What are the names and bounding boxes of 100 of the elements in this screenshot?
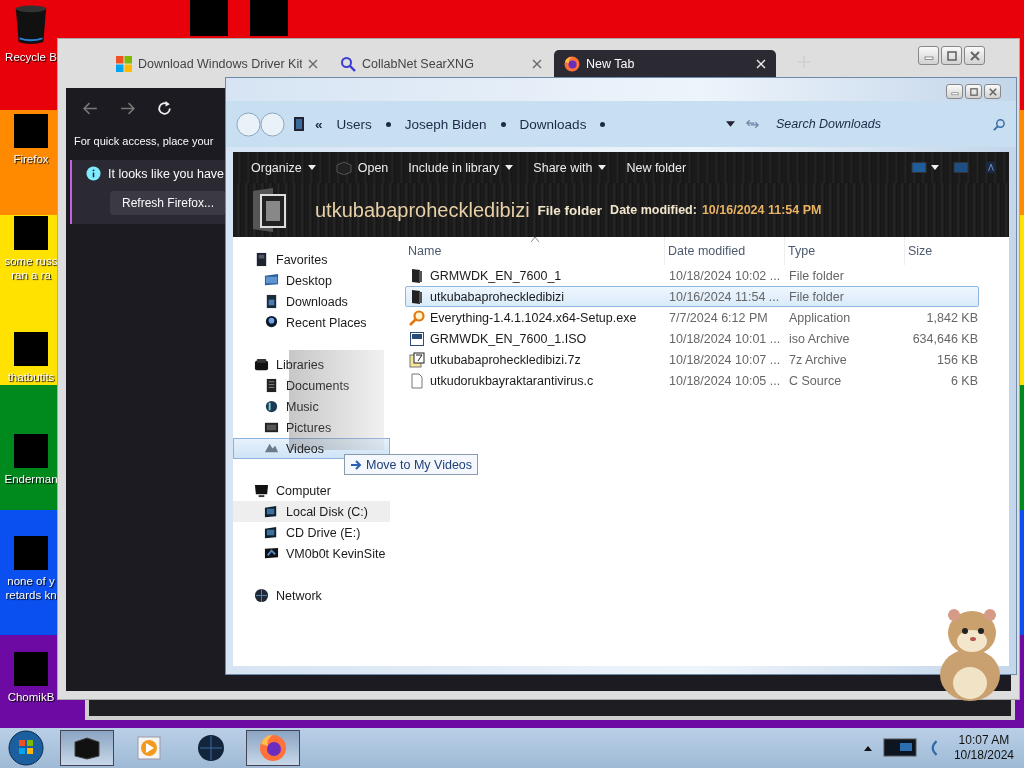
navigation-item[interactable]: Favorites xyxy=(233,249,399,270)
minimize-button[interactable] xyxy=(946,84,963,99)
breadcrumb[interactable]: Users xyxy=(336,116,372,132)
navigation-item[interactable]: Network xyxy=(233,585,399,606)
show-hidden-icons-icon[interactable] xyxy=(863,745,872,751)
maximize-button[interactable] xyxy=(965,84,982,99)
type-cell-text: File folder xyxy=(788,289,845,304)
desktop-icon-label[interactable]: none of y xyxy=(7,574,55,588)
close-button[interactable] xyxy=(984,84,1001,99)
toolbar-button[interactable]: New folder xyxy=(618,160,695,175)
desktop-icon-label[interactable]: Enderman xyxy=(4,472,58,486)
box-icon xyxy=(72,736,102,760)
media-player-icon xyxy=(137,736,161,760)
navigation-item[interactable]: CD Drive (E:) xyxy=(233,522,390,543)
search-icon xyxy=(340,55,356,72)
dropdown-caret-icon xyxy=(505,165,514,170)
desktop-icon-label[interactable]: retards kn xyxy=(5,588,57,602)
back-button[interactable] xyxy=(236,111,261,137)
navigation-item[interactable]: Downloads xyxy=(233,291,390,312)
column-header[interactable]: Type xyxy=(785,237,905,265)
file-row[interactable]: GRMWDK_EN_7600_1.ISO 10/18/2024 10:01 ... iso Archive 634,646 KB xyxy=(405,328,979,349)
file-row[interactable]: Everything-1.4.1.1024.x64-Setup.exe 7/7/2024 6:12 PM Application 1,842 KB xyxy=(405,307,979,328)
search-field[interactable]: Search Downloads xyxy=(774,116,993,132)
file-row[interactable]: utkubabaproheckledibizi.7z 10/18/2024 10:07 ... 7z Archive 156 KB xyxy=(405,349,979,370)
toolbar-button[interactable]: Open xyxy=(327,160,397,175)
desktop-icon-label[interactable]: Recycle B xyxy=(5,50,57,64)
dropdown-caret-icon xyxy=(598,165,607,170)
refresh-firefox-button[interactable]: Refresh Firefox... xyxy=(110,191,227,215)
type-cell-text: iso Archive xyxy=(788,331,851,346)
network-icon xyxy=(254,588,269,603)
navigation-item[interactable]: Documents xyxy=(233,375,390,396)
drag-tooltip-text: Move to My Videos xyxy=(366,457,473,472)
recent-icon xyxy=(264,315,279,330)
box-icon xyxy=(335,160,352,175)
file-name: utkubabaproheckledibizi.7z xyxy=(430,352,581,367)
minimize-button[interactable] xyxy=(918,46,939,65)
file-name: GRMWDK_EN_7600_1.ISO xyxy=(430,331,587,346)
dropdown-caret-icon xyxy=(307,165,316,170)
column-header[interactable]: Date modified xyxy=(665,237,785,265)
taskbar-button[interactable] xyxy=(246,730,300,766)
toolbar-button[interactable]: Share with xyxy=(525,160,615,175)
navigation-item[interactable]: Local Disk (C:) xyxy=(233,501,390,522)
navigation-item[interactable]: Pictures xyxy=(233,417,390,438)
breadcrumb[interactable]: Downloads xyxy=(519,116,587,132)
dropdown-caret-icon[interactable] xyxy=(726,121,735,127)
file-row[interactable]: utkudorukbayraktarantivirus.c 10/18/2024 10:05 ... C Source 6 KB xyxy=(405,370,979,391)
downloads-icon xyxy=(264,294,279,309)
navigation-item[interactable]: VM0b0t KevinSite xyxy=(233,543,390,564)
clock-date: 10/18/2024 xyxy=(953,748,1014,763)
browser-tab[interactable]: New Tab xyxy=(554,50,776,77)
help-icon[interactable] xyxy=(983,161,999,174)
close-button[interactable] xyxy=(964,46,985,65)
breadcrumb[interactable]: Joseph Biden xyxy=(404,116,487,132)
address-bar[interactable]: « Users Joseph Biden Downloads xyxy=(293,111,774,137)
info-icon xyxy=(86,166,101,181)
desktop-icon-label[interactable]: ChomikB xyxy=(7,690,55,704)
navigation-item[interactable]: Videos xyxy=(233,438,390,459)
navigation-item[interactable]: Libraries xyxy=(233,354,399,375)
refresh-icon[interactable] xyxy=(745,118,760,130)
column-header[interactable]: Name xyxy=(405,237,665,265)
file-name: utkudorukbayraktarantivirus.c xyxy=(430,373,594,388)
start-button[interactable] xyxy=(8,730,44,766)
date-modified-cell-text: 7/7/2024 6:12 PM xyxy=(668,310,769,325)
folder-icon xyxy=(409,288,425,305)
type-cell-text: Application xyxy=(788,310,852,325)
browser-tab[interactable]: Download Windows Driver Kit xyxy=(106,50,328,77)
navigation-item[interactable]: Desktop xyxy=(233,270,390,291)
navigation-item[interactable]: Music xyxy=(233,396,390,417)
taskbar-button[interactable] xyxy=(60,730,114,766)
share-icon xyxy=(264,546,279,561)
preview-pane-icon[interactable] xyxy=(953,161,969,174)
column-header[interactable]: Size xyxy=(905,237,977,265)
arrow-icon xyxy=(350,459,362,470)
maximize-button[interactable] xyxy=(941,46,962,65)
type-cell-text: C Source xyxy=(788,373,843,388)
navigation-item[interactable]: Recent Places xyxy=(233,312,390,333)
navigation-item[interactable]: Computer xyxy=(233,480,399,501)
file-name: GRMWDK_EN_7600_1 xyxy=(430,268,562,283)
toolbar-button[interactable]: Include in library xyxy=(400,160,522,175)
magnifier-icon xyxy=(409,309,425,326)
browser-tab[interactable]: CollabNet SearXNG xyxy=(330,50,552,77)
date-modified-label: Date modified: xyxy=(610,203,697,217)
disc-image-icon xyxy=(409,330,425,347)
file-row[interactable]: utkubabaproheckledibizi 10/16/2024 11:54 ... File folder xyxy=(405,286,979,307)
clock[interactable]: 10:07 AM 10/18/2024 xyxy=(947,733,1020,763)
selected-item-type: File folder xyxy=(537,202,603,218)
forward-button[interactable] xyxy=(260,111,285,137)
notification-text: It looks like you have xyxy=(108,166,225,181)
drive-icon xyxy=(264,504,279,519)
breadcrumb-overflow[interactable]: « xyxy=(315,116,323,132)
clock-time: 10:07 AM xyxy=(958,733,1010,748)
close-icon xyxy=(988,87,997,96)
date-modified-cell-text: 10/18/2024 10:01 ... xyxy=(668,331,782,346)
dropdown-caret-icon[interactable] xyxy=(931,165,939,170)
file-row[interactable]: GRMWDK_EN_7600_1 10/18/2024 10:02 ... File folder xyxy=(405,265,979,286)
toolbar-button[interactable]: Organize xyxy=(243,160,324,175)
maximize-icon xyxy=(946,50,957,61)
windows-logo-icon xyxy=(116,55,132,72)
maximize-icon xyxy=(969,87,978,96)
reload-icon[interactable] xyxy=(156,99,173,117)
